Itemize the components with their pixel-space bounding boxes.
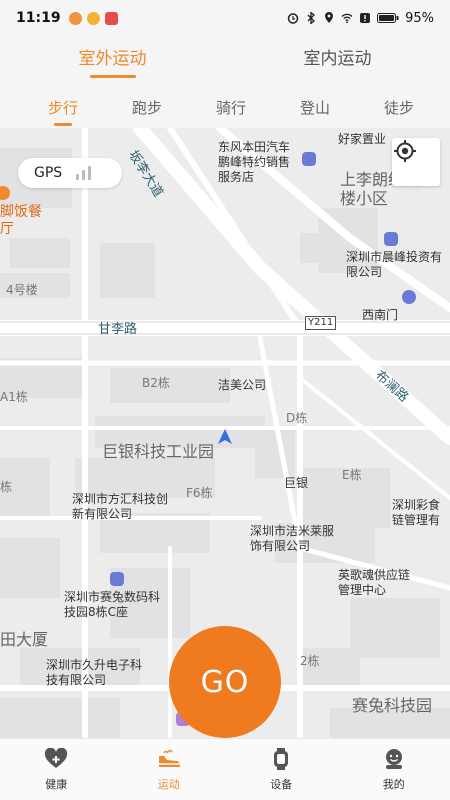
poi-label-caijie: 深圳彩食链管理有 [392, 498, 441, 527]
app-root: 11:19 95% 室外运动 室内运动 步行 跑步 骑行 登山 徒步 坂李大道 … [0, 0, 450, 800]
nav-profile[interactable]: 我的 [338, 739, 450, 800]
watch-icon [274, 747, 289, 770]
poi-label-fanghui: 深圳市方汇科技创新有限公司 [72, 492, 169, 521]
heart-plus-icon [45, 747, 68, 768]
battery-icon [377, 12, 399, 24]
bluetooth-icon [305, 11, 317, 25]
poi-label-jiemei: 洁美公司 [218, 378, 267, 392]
tab-walking[interactable]: 步行 [48, 97, 132, 126]
poi-label-2: 2栋 [300, 654, 320, 668]
sneaker-icon [158, 749, 180, 767]
poi-label-dasha: 田大厦 [0, 630, 49, 649]
tab-outdoor[interactable]: 室外运动 [0, 36, 225, 86]
tab-cycling[interactable]: 骑行 [216, 97, 300, 118]
nav-sport-label: 运动 [157, 777, 180, 791]
gps-signal-bars-icon [76, 166, 92, 180]
nav-health[interactable]: 健康 [0, 739, 113, 800]
poi-label-b2: B2栋 [142, 376, 170, 390]
poi-label-yinggehun: 英歌魂供应链管理中心 [338, 568, 411, 597]
locate-me-button[interactable] [392, 138, 440, 186]
poi-label-jiusheng: 深圳市久升电子科技有限公司 [46, 658, 143, 687]
tab-hiking[interactable]: 徒步 [384, 97, 424, 118]
tab-indoor[interactable]: 室内运动 [225, 36, 450, 86]
nav-device[interactable]: 设备 [225, 739, 338, 800]
wifi-icon [341, 12, 353, 24]
status-bar: 11:19 95% [0, 0, 450, 36]
poi-label-juyin-park: 巨银科技工业园 [102, 442, 215, 461]
nav-sport[interactable]: 运动 [113, 739, 226, 800]
tab-outdoor-underline [89, 75, 136, 78]
poi-label-saitu-park: 赛兔科技园 [352, 696, 433, 715]
location-icon [323, 12, 335, 24]
crosshair-icon [394, 140, 416, 162]
gate-poi-icon [402, 290, 416, 304]
poi-label-jiemilai: 深圳市洁米莱服饰有限公司 [250, 524, 335, 553]
activity-type-tabs: 步行 跑步 骑行 登山 徒步 [0, 86, 450, 128]
alert-icon [359, 12, 371, 24]
status-time: 11:19 [16, 10, 61, 26]
battery-percent: 95% [405, 10, 434, 26]
poi-label-restaurant: 脚饭餐厅 [0, 204, 42, 237]
go-button[interactable]: GO [169, 626, 281, 738]
message-app-icon [104, 11, 118, 25]
poi-label-chenfeng: 深圳市晨峰投资有限公司 [346, 250, 443, 279]
nav-health-label: 健康 [45, 777, 68, 791]
poi-label-dong: 栋 [0, 480, 13, 494]
tab-indoor-label: 室内运动 [303, 49, 372, 69]
tab-running[interactable]: 跑步 [132, 97, 216, 118]
alarm-icon [287, 12, 299, 24]
car-poi-icon [302, 152, 316, 166]
profile-icon [385, 748, 402, 769]
tab-outdoor-label: 室外运动 [78, 49, 147, 69]
eye-app-icon [68, 11, 82, 25]
road-label-ganli: 甘李路 [98, 322, 138, 337]
eye-app-icon-2 [86, 11, 100, 25]
bottom-nav: 健康 运动 设备 我的 [0, 738, 450, 800]
status-icons: 95% [287, 11, 434, 26]
poi-label-e: E栋 [342, 468, 362, 482]
nav-profile-label: 我的 [382, 777, 405, 791]
poi-label-f6: F6栋 [186, 486, 213, 500]
car-poi-icon-2 [384, 232, 398, 246]
gps-label: GPS [34, 165, 63, 181]
poi-label-bldg4: 4号楼 [6, 283, 38, 297]
poi-label-juyin: 巨银 [284, 476, 309, 490]
building-poi-icon [110, 572, 124, 586]
poi-label-a1: A1栋 [0, 390, 28, 404]
poi-label-haojia: 好家置业 [338, 132, 387, 146]
gps-signal-indicator: GPS [18, 158, 122, 188]
poi-label-ximen: 西南门 [362, 308, 399, 322]
poi-label-saitu: 深圳市赛兔数码科技园8栋C座 [64, 590, 161, 619]
poi-label-d: D栋 [286, 411, 308, 425]
road-sign-y211: Y211 [305, 316, 337, 330]
poi-label-honda: 东风本田汽车鹏峰特约销售服务店 [218, 140, 291, 184]
sport-mode-tabs: 室外运动 室内运动 [0, 36, 450, 86]
current-location-marker [218, 429, 232, 444]
nav-device-label: 设备 [270, 777, 293, 791]
tab-climbing[interactable]: 登山 [300, 97, 384, 118]
